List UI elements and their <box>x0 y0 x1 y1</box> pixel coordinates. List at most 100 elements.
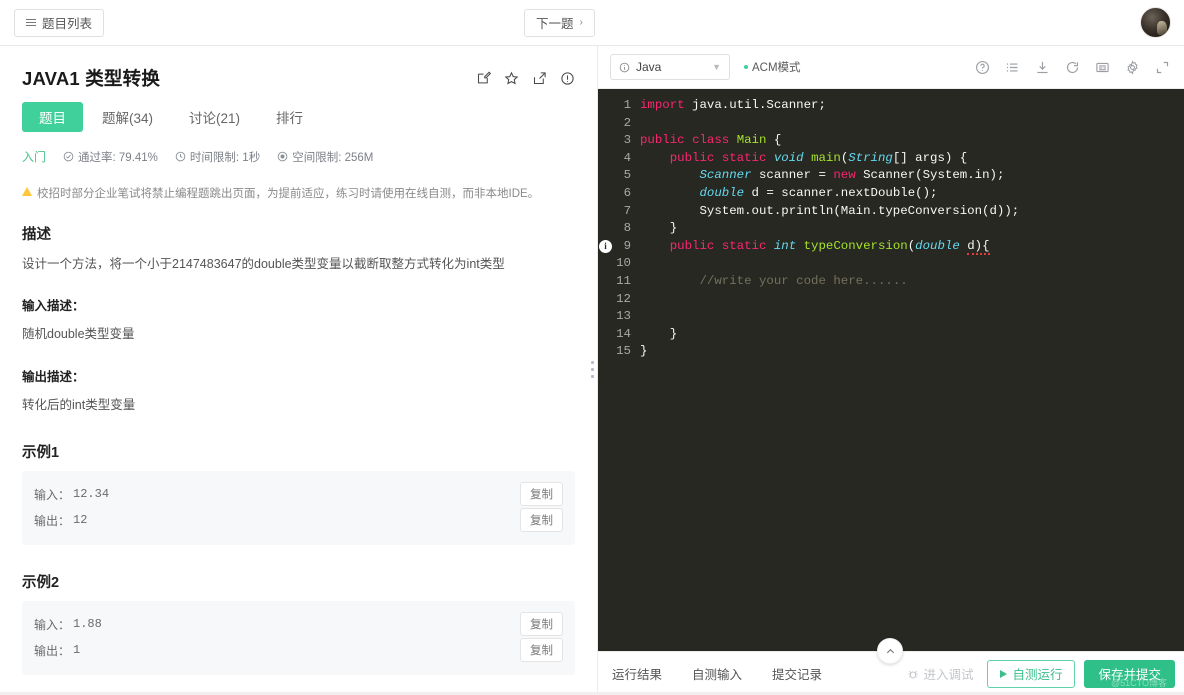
line-number: 6 <box>623 185 631 200</box>
problem-stats: 入门 通过率: 79.41% 时间限制: 1秒 空间限制: 256M <box>22 148 575 165</box>
description-text: 设计一个方法，将一个小于2147483647的double类型变量以截断取整方式… <box>22 257 505 271</box>
enter-debug-label: 进入调试 <box>923 668 974 682</box>
output-description-heading: 输出描述： <box>22 369 85 384</box>
line-number: 15 <box>616 344 631 359</box>
editor-toolbar: Java ▼ ACM模式 <box>598 46 1184 89</box>
code-editor-panel: Java ▼ ACM模式 1 import java.util.Scanner;… <box>597 46 1184 695</box>
edit-icon[interactable] <box>476 70 491 86</box>
example2-input-value: 1.88 <box>73 617 102 632</box>
example1-input-row: 输入： 12.34 复制 <box>34 481 563 507</box>
example1-output-value: 12 <box>73 513 88 528</box>
top-navigation-bar: 题目列表 下一题 › <box>0 0 1184 46</box>
splitter-grip-icon <box>591 361 594 382</box>
output-description-text: 转化后的int类型变量 <box>22 397 136 412</box>
code-line: 14 } <box>598 326 1184 344</box>
example1-heading: 示例1 <box>22 445 60 462</box>
warning-triangle-icon <box>22 187 32 196</box>
code-line: 12 <box>598 291 1184 309</box>
code-line: 15} <box>598 343 1184 361</box>
example1-box: 输入： 12.34 复制 输出： 12 复制 <box>22 471 575 546</box>
line-number: 3 <box>623 133 631 148</box>
example1-input-label: 输入： <box>34 487 71 502</box>
tab-solutions[interactable]: 题解(34) <box>85 102 170 132</box>
problem-tabs: 题目 题解(34) 讨论(21) 排行 <box>22 102 575 132</box>
acm-mode-toggle[interactable]: ACM模式 <box>744 59 801 75</box>
question-circle-icon[interactable] <box>975 60 990 75</box>
fullscreen-icon[interactable] <box>1155 60 1170 75</box>
language-select[interactable]: Java ▼ <box>610 54 730 80</box>
practice-notice-text: 校招时部分企业笔试将禁止编程题跳出页面，为提前适应，练习时请使用在线自测，而非本… <box>37 188 540 200</box>
difficulty-badge: 入门 <box>22 150 47 164</box>
code-line: 6 double d = scanner.nextDouble(); <box>598 185 1184 203</box>
list-icon <box>26 18 36 27</box>
code-line: 8 } <box>598 220 1184 238</box>
code-line: i9 public static int typeConversion(doub… <box>598 238 1184 256</box>
code-line: 7 System.out.println(Main.typeConversion… <box>598 203 1184 221</box>
example2-output-copy-button[interactable]: 复制 <box>520 638 563 663</box>
problem-list-button[interactable]: 题目列表 <box>14 8 105 37</box>
code-line: 4 public static void main(String[] args)… <box>598 150 1184 168</box>
code-line: 5 Scanner scanner = new Scanner(System.i… <box>598 167 1184 185</box>
space-limit-label: 空间限制: 256M <box>292 151 374 164</box>
accept-rate-label: 通过率: 79.41% <box>78 151 158 164</box>
memory-icon <box>277 151 288 162</box>
example2-input-copy-button[interactable]: 复制 <box>520 612 563 637</box>
gear-icon[interactable] <box>1125 59 1140 75</box>
collapse-console-button[interactable] <box>877 638 903 664</box>
tab-problem[interactable]: 题目 <box>22 102 83 132</box>
line-number: i9 <box>598 238 640 256</box>
line-number: 8 <box>623 221 631 236</box>
panel-splitter[interactable] <box>588 46 597 695</box>
input-description-text: 随机double类型变量 <box>22 327 135 342</box>
example2-output-value: 1 <box>73 643 81 658</box>
play-icon <box>1000 669 1008 678</box>
clock-icon <box>175 151 186 162</box>
example1-output-copy-button[interactable]: 复制 <box>520 508 563 533</box>
example2-box: 输入： 1.88 复制 输出： 1 复制 <box>22 601 575 676</box>
self-test-run-button[interactable]: 自测运行 <box>987 659 1076 688</box>
space-limit-stat: 空间限制: 256M <box>277 149 373 165</box>
code-line: 1 import java.util.Scanner; <box>598 97 1184 115</box>
line-number: 14 <box>616 326 631 341</box>
save-and-submit-button[interactable]: 保存并提交 @51CTO博客 <box>1084 659 1175 688</box>
reset-icon[interactable] <box>1065 60 1080 75</box>
info-circle-icon[interactable] <box>560 71 575 86</box>
status-dot-icon <box>744 65 748 69</box>
code-editor[interactable]: 1 import java.util.Scanner; 2 3 public cla… <box>598 89 1184 651</box>
info-marker-icon[interactable]: i <box>599 239 612 253</box>
share-icon[interactable] <box>532 71 547 86</box>
tab-ranking[interactable]: 排行 <box>259 102 320 132</box>
code-line: 11 //write your code here...... <box>598 273 1184 291</box>
example2-input-row: 输入： 1.88 复制 <box>34 611 563 637</box>
chevron-down-icon: ▼ <box>712 62 721 72</box>
example1-input-value: 12.34 <box>73 487 110 502</box>
time-limit-label: 时间限制: 1秒 <box>189 151 261 164</box>
next-problem-button[interactable]: 下一题 › <box>524 8 595 37</box>
problem-list-label: 题目列表 <box>42 17 93 31</box>
tab-discussion[interactable]: 讨论(21) <box>172 102 257 132</box>
acm-mode-label: ACM模式 <box>752 62 801 74</box>
problem-title-row: JAVA1 类型转换 <box>22 64 575 92</box>
tab-submission-records[interactable]: 提交记录 <box>772 664 822 683</box>
page-title: JAVA1 类型转换 <box>22 68 161 89</box>
check-circle-icon <box>63 151 74 162</box>
save-and-submit-label: 保存并提交 <box>1098 668 1161 682</box>
enter-debug-button[interactable]: 进入调试 <box>907 664 973 683</box>
tab-self-test-input[interactable]: 自测输入 <box>692 664 742 683</box>
line-number: 11 <box>616 273 631 288</box>
description-heading: 描述 <box>22 227 51 243</box>
list-icon[interactable] <box>1005 60 1020 75</box>
input-description-heading: 输入描述： <box>22 299 85 314</box>
practice-notice: 校招时部分企业笔试将禁止编程题跳出页面，为提前适应，练习时请使用在线自测，而非本… <box>22 185 575 201</box>
code-line: 10 <box>598 255 1184 273</box>
tab-run-result[interactable]: 运行结果 <box>612 664 662 683</box>
download-icon[interactable] <box>1035 60 1050 75</box>
avatar[interactable] <box>1140 7 1171 38</box>
line-number: 4 <box>623 150 631 165</box>
example1-input-copy-button[interactable]: 复制 <box>520 482 563 507</box>
star-icon[interactable] <box>504 71 519 86</box>
problem-description-panel: JAVA1 类型转换 题目 题解(34) 讨论(21) 排行 入门 通过率: 7… <box>0 46 597 695</box>
keyboard-icon[interactable] <box>1095 60 1110 75</box>
line-number: 2 <box>623 115 631 130</box>
bug-icon <box>908 670 918 678</box>
